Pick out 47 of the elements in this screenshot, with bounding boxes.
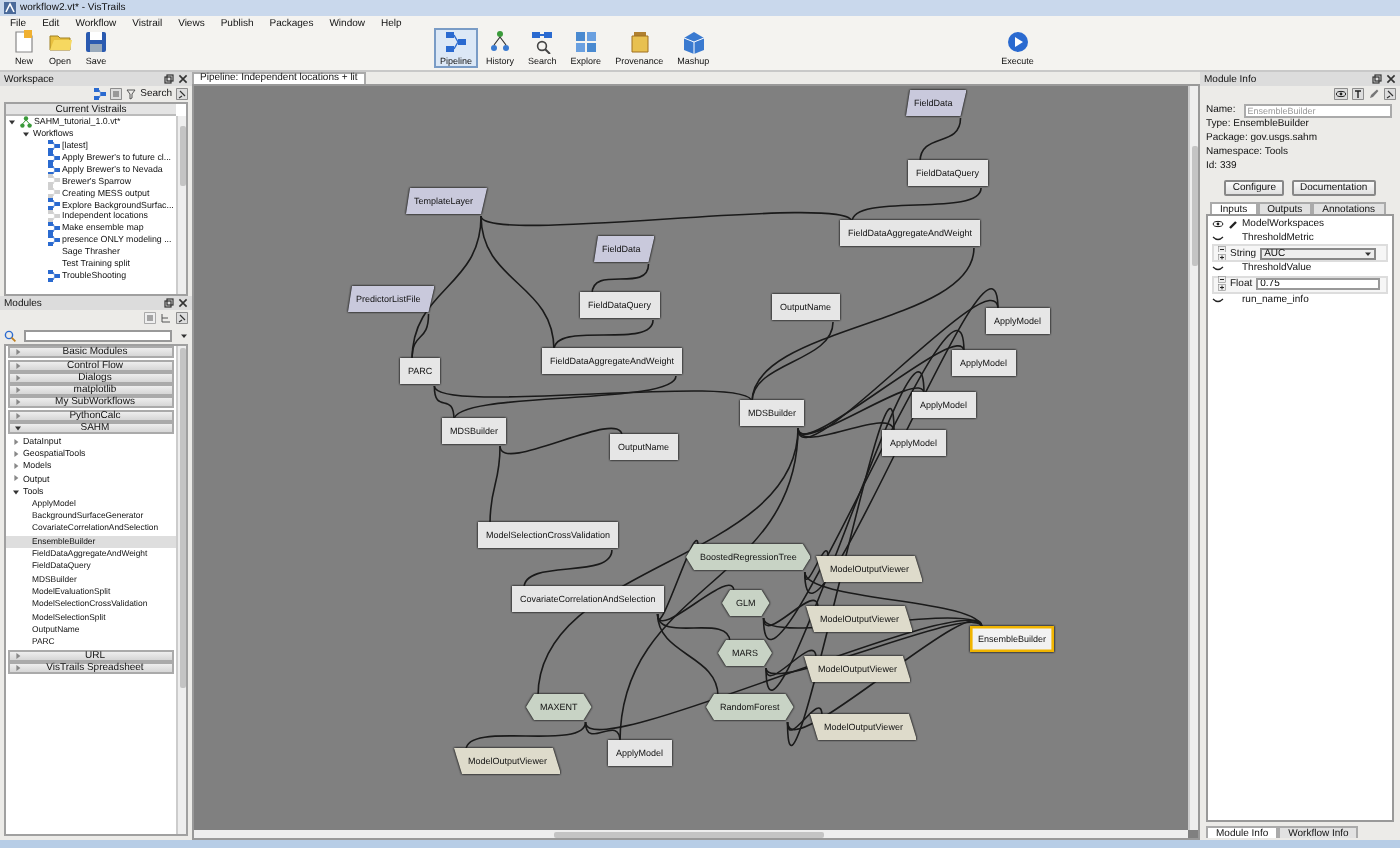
caret-icon xyxy=(1364,249,1373,257)
expand-arrow-icon[interactable] xyxy=(22,129,30,138)
eye-icon[interactable] xyxy=(1334,88,1348,100)
close-icon[interactable] xyxy=(178,74,188,84)
float-icon[interactable] xyxy=(164,74,174,84)
grid-icon xyxy=(573,30,598,54)
plus-icon[interactable] xyxy=(1218,284,1226,292)
folder-icon xyxy=(48,30,72,54)
pipeline-icon xyxy=(444,30,468,54)
pin-icon[interactable] xyxy=(176,312,188,324)
scrollbar[interactable] xyxy=(1188,86,1198,830)
float-icon[interactable] xyxy=(1372,74,1382,84)
version-tree-icon xyxy=(19,115,31,128)
close-icon[interactable] xyxy=(178,298,188,308)
filter-icon[interactable] xyxy=(126,88,137,100)
jar-icon xyxy=(627,30,652,54)
pipeline-icon[interactable] xyxy=(94,88,107,100)
plus-icon[interactable] xyxy=(1218,253,1226,261)
pipeline-icon xyxy=(47,269,59,282)
closed-eye-icon[interactable] xyxy=(1212,233,1224,242)
float-icon[interactable] xyxy=(164,298,174,308)
play-icon xyxy=(1005,30,1030,54)
list-icon[interactable] xyxy=(110,88,123,100)
closed-eye-icon[interactable] xyxy=(1212,295,1224,304)
version-tree-icon xyxy=(488,30,513,54)
close-icon[interactable] xyxy=(1386,74,1396,84)
connection-line xyxy=(919,117,962,163)
cube-icon xyxy=(681,30,706,54)
search-icon xyxy=(530,30,555,54)
minus-icon[interactable] xyxy=(1218,245,1226,253)
chain-icon xyxy=(1228,219,1238,230)
new-document-icon xyxy=(12,30,36,54)
search-icon xyxy=(4,329,16,341)
eye-icon[interactable] xyxy=(1212,220,1224,229)
minus-icon[interactable] xyxy=(1218,276,1226,284)
closed-eye-icon[interactable] xyxy=(1212,264,1224,273)
pin-icon[interactable] xyxy=(176,88,188,100)
scrollbar[interactable] xyxy=(176,346,186,834)
search-field[interactable] xyxy=(24,329,172,341)
expand-arrow-icon[interactable] xyxy=(8,117,16,126)
text-icon[interactable] xyxy=(1352,88,1364,100)
pin-icon[interactable] xyxy=(1384,88,1396,100)
connection-line xyxy=(591,263,650,295)
scrollbar[interactable] xyxy=(176,116,186,294)
scrollbar[interactable] xyxy=(194,830,1188,838)
app-icon xyxy=(4,2,16,14)
caret-icon[interactable] xyxy=(180,331,188,339)
